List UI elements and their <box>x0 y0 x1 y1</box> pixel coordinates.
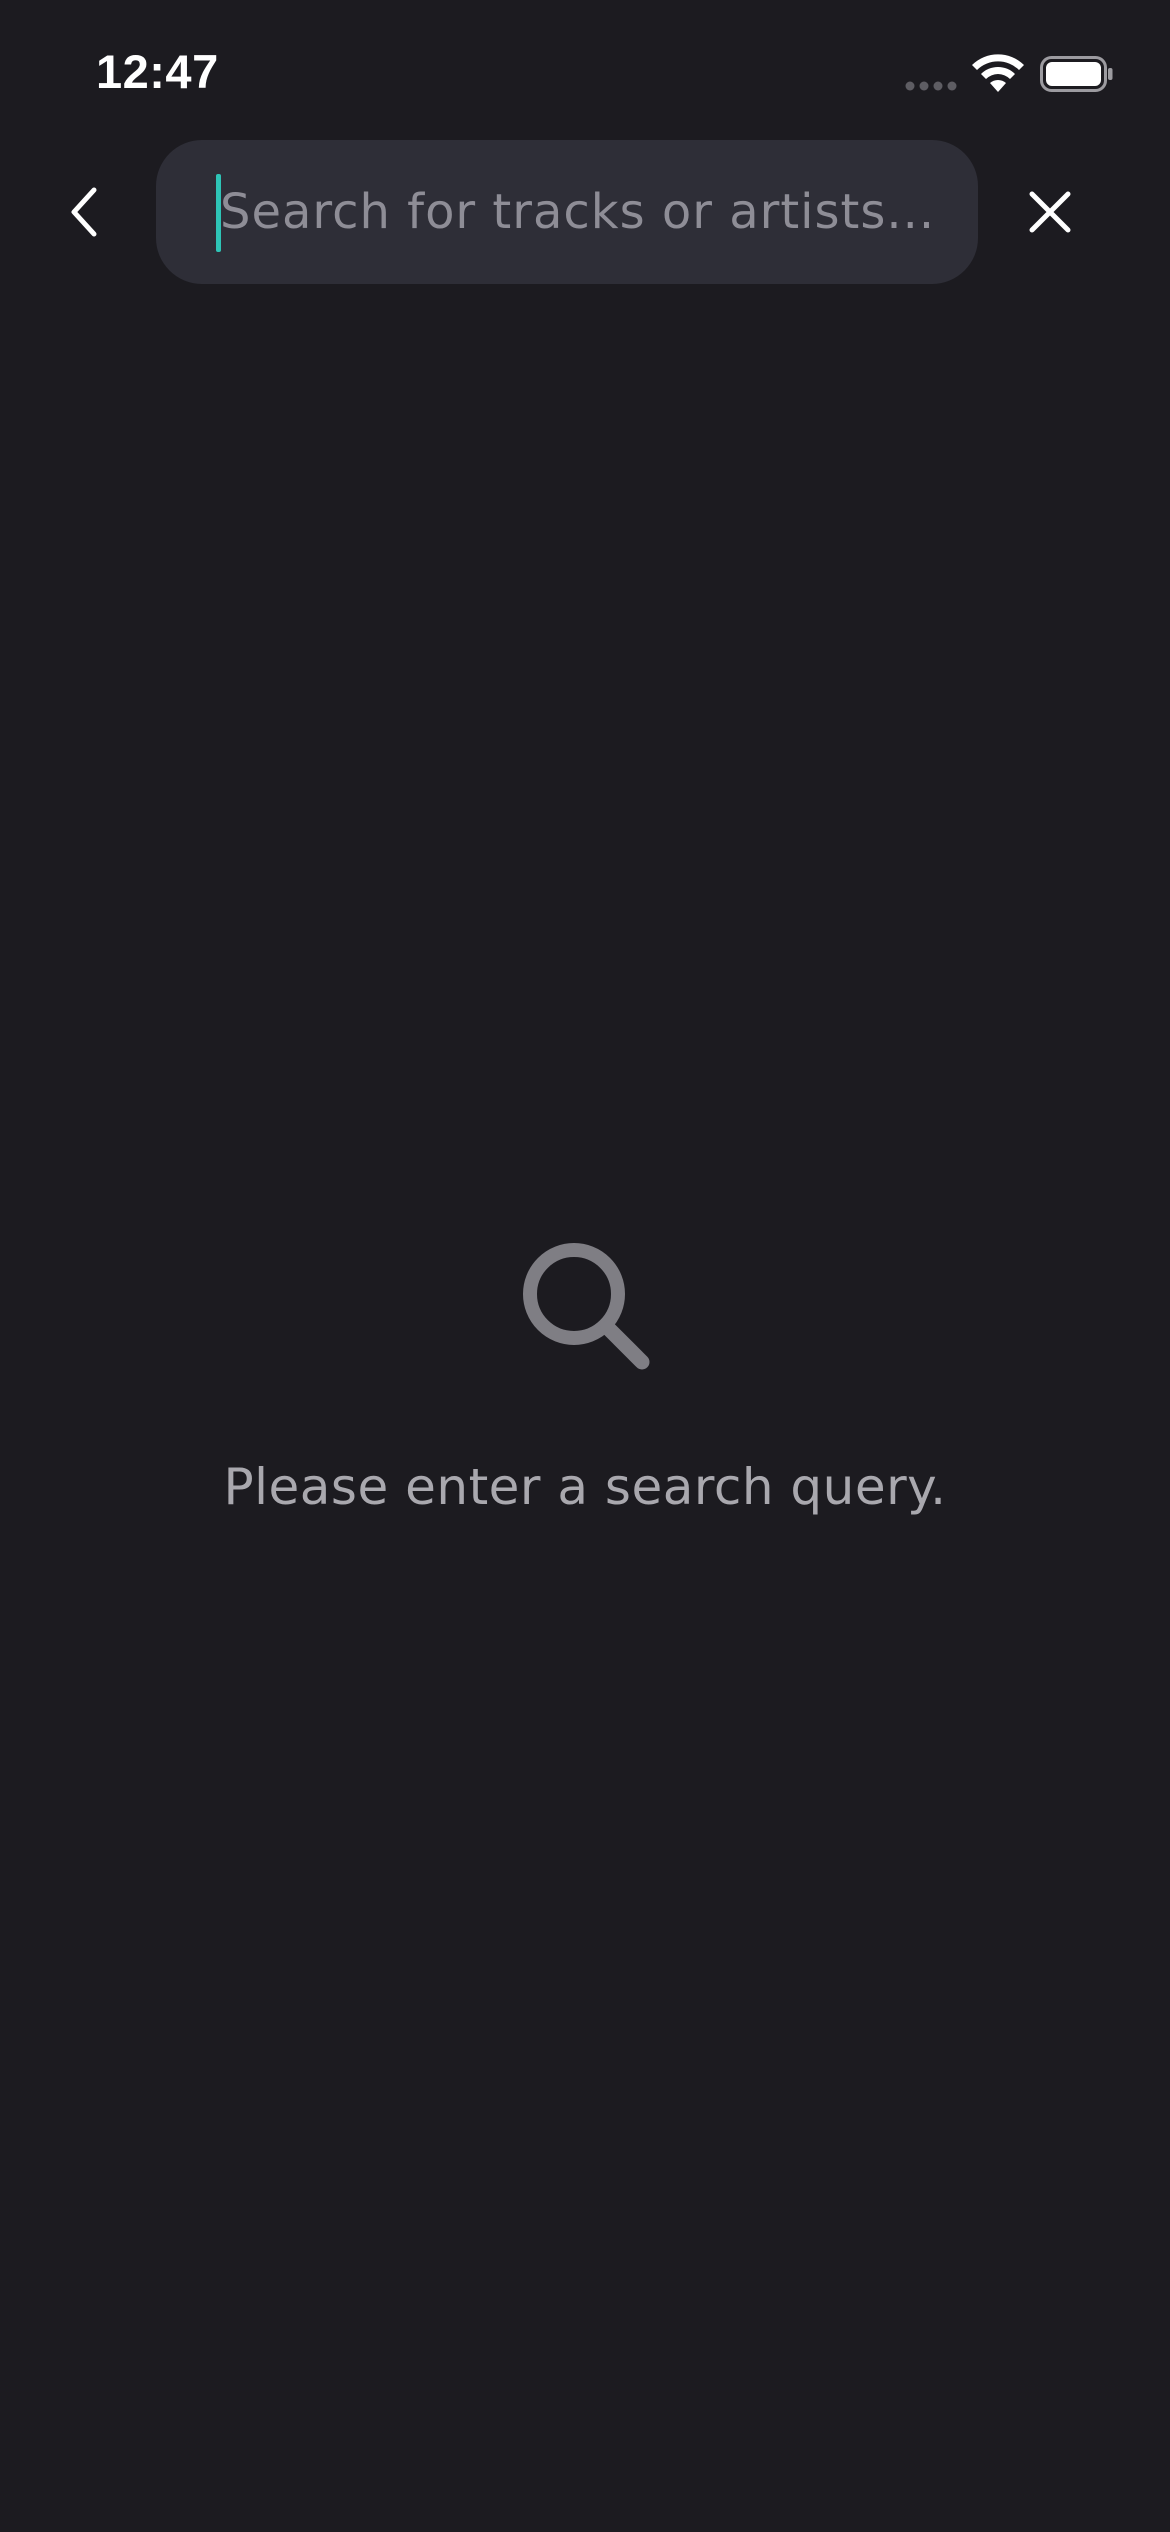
chevron-left-icon <box>71 187 97 237</box>
search-input[interactable] <box>216 162 940 262</box>
close-icon <box>1029 191 1071 233</box>
empty-state: Please enter a search query. <box>0 1230 1170 1530</box>
status-bar: 12:47 <box>0 0 1170 150</box>
text-cursor <box>216 174 221 252</box>
wifi-icon <box>972 54 1024 92</box>
clear-search-button[interactable] <box>1010 172 1090 252</box>
signal-dots-icon <box>905 81 957 91</box>
status-time: 12:47 <box>96 45 219 98</box>
back-button[interactable] <box>52 172 116 252</box>
search-box[interactable] <box>156 140 978 284</box>
search-icon <box>523 1243 650 1370</box>
empty-state-message: Please enter a search query. <box>223 1458 947 1516</box>
battery-icon <box>1040 56 1113 92</box>
